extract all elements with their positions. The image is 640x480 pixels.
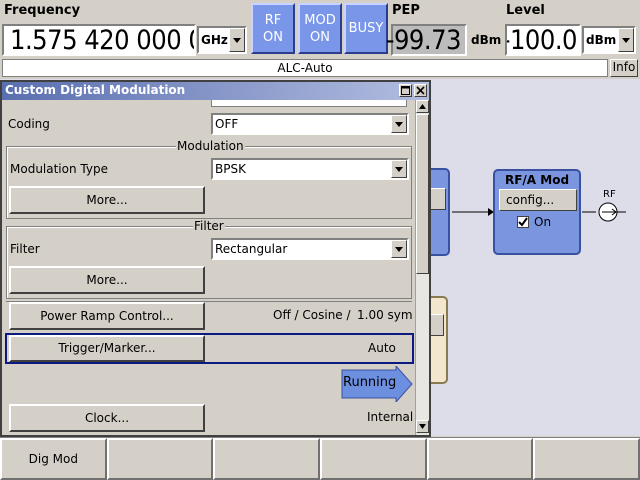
- filter-select[interactable]: Rectangular: [211, 238, 409, 260]
- mod-on-button[interactable]: MOD ON: [298, 3, 342, 54]
- rf-on-button[interactable]: RF ON: [251, 3, 295, 54]
- scroll-thumb[interactable]: [416, 114, 429, 274]
- modulation-more-button[interactable]: More...: [9, 186, 205, 214]
- softkey-2[interactable]: [106, 438, 214, 480]
- busy-label: BUSY: [348, 21, 384, 36]
- rf-output-connector[interactable]: [582, 196, 638, 228]
- filter-value: Rectangular: [215, 242, 288, 256]
- chevron-down-icon: [419, 424, 426, 429]
- clock-button[interactable]: Clock...: [9, 404, 205, 432]
- chevron-down-icon: [618, 28, 634, 52]
- pep-label: PEP: [392, 3, 420, 18]
- frequency-unit: GHz: [201, 33, 228, 47]
- pep-display: -99.73: [386, 24, 467, 56]
- info-button[interactable]: Info: [610, 59, 638, 77]
- chevron-down-icon: [391, 160, 407, 178]
- scroll-down-button[interactable]: [416, 420, 429, 433]
- custom-digital-modulation-dialog: Custom Digital Modulation Coding OFF Mod…: [0, 80, 431, 437]
- rfa-on-toggle[interactable]: On: [517, 215, 551, 229]
- power-ramp-value: 1.00 sym: [357, 308, 413, 322]
- pep-value: -99.73: [385, 24, 462, 56]
- frequency-unit-select[interactable]: GHz: [197, 26, 247, 54]
- frequency-value: 1.575 420 000 000: [10, 24, 194, 56]
- power-ramp-control-button[interactable]: Power Ramp Control...: [9, 302, 205, 330]
- pep-unit: dBm: [471, 33, 502, 47]
- level-unit: dBm: [586, 33, 617, 47]
- softkey-6[interactable]: [533, 438, 640, 480]
- rfa-on-label: On: [534, 215, 552, 229]
- rf-connector-label: RF: [603, 189, 616, 200]
- modulation-group-legend: Modulation: [176, 139, 245, 153]
- rfa-config-button[interactable]: config...: [499, 189, 577, 211]
- rfa-mod-block[interactable]: RF/A Mod config... On: [493, 169, 581, 255]
- frequency-label: Frequency: [4, 3, 81, 18]
- coding-select[interactable]: OFF: [211, 113, 409, 135]
- softkey-dig-mod[interactable]: Dig Mod: [0, 438, 107, 480]
- mod-button-line2: ON: [310, 29, 330, 45]
- running-status: Running: [343, 375, 397, 390]
- mod-button-line1: MOD: [304, 12, 336, 28]
- chevron-down-icon: [391, 240, 407, 258]
- signal-arrow: [452, 208, 494, 216]
- busy-indicator: BUSY: [344, 3, 388, 54]
- checkbox[interactable]: [517, 216, 529, 228]
- level-input[interactable]: -100.0: [505, 24, 581, 56]
- rfa-mod-title: RF/A Mod: [504, 173, 570, 187]
- filter-more-button[interactable]: More...: [9, 266, 205, 294]
- dialog-scrollbar[interactable]: [415, 100, 429, 435]
- coding-label: Coding: [8, 117, 50, 131]
- check-icon: [518, 217, 528, 227]
- trigger-marker-button[interactable]: Trigger/Marker...: [9, 335, 205, 362]
- dialog-titlebar[interactable]: Custom Digital Modulation: [2, 82, 429, 100]
- level-unit-select[interactable]: dBm: [582, 26, 636, 54]
- modulation-type-label: Modulation Type: [10, 162, 108, 176]
- filter-group-legend: Filter: [193, 219, 225, 233]
- close-button[interactable]: [414, 84, 427, 97]
- coding-value: OFF: [215, 117, 239, 131]
- level-value: -100.0: [505, 24, 578, 56]
- maximize-icon: [401, 86, 410, 95]
- clock-status: Internal: [367, 410, 414, 424]
- modulation-type-value: BPSK: [215, 162, 246, 176]
- power-ramp-status: Off / Cosine /: [273, 308, 351, 322]
- softkey-bar: Dig Mod: [0, 437, 640, 480]
- dialog-title: Custom Digital Modulation: [5, 83, 186, 97]
- scrolled-field-fragment: [211, 100, 407, 107]
- chevron-down-icon: [391, 115, 407, 133]
- alc-status: ALC-Auto: [2, 59, 608, 77]
- chevron-up-icon: [419, 104, 426, 109]
- chevron-down-icon: [229, 28, 245, 52]
- close-icon: [416, 86, 425, 95]
- level-label: Level: [506, 3, 545, 18]
- rf-button-line1: RF: [264, 12, 282, 28]
- modulation-type-select[interactable]: BPSK: [211, 158, 409, 180]
- softkey-3[interactable]: [213, 438, 321, 480]
- scroll-up-button[interactable]: [416, 100, 429, 113]
- filter-label: Filter: [10, 242, 40, 256]
- maximize-button[interactable]: [399, 84, 412, 97]
- trigger-status: Auto: [368, 341, 396, 355]
- softkey-5[interactable]: [426, 438, 534, 480]
- frequency-input[interactable]: 1.575 420 000 000: [2, 24, 196, 56]
- rf-button-line2: ON: [263, 29, 283, 45]
- softkey-4[interactable]: [320, 438, 427, 480]
